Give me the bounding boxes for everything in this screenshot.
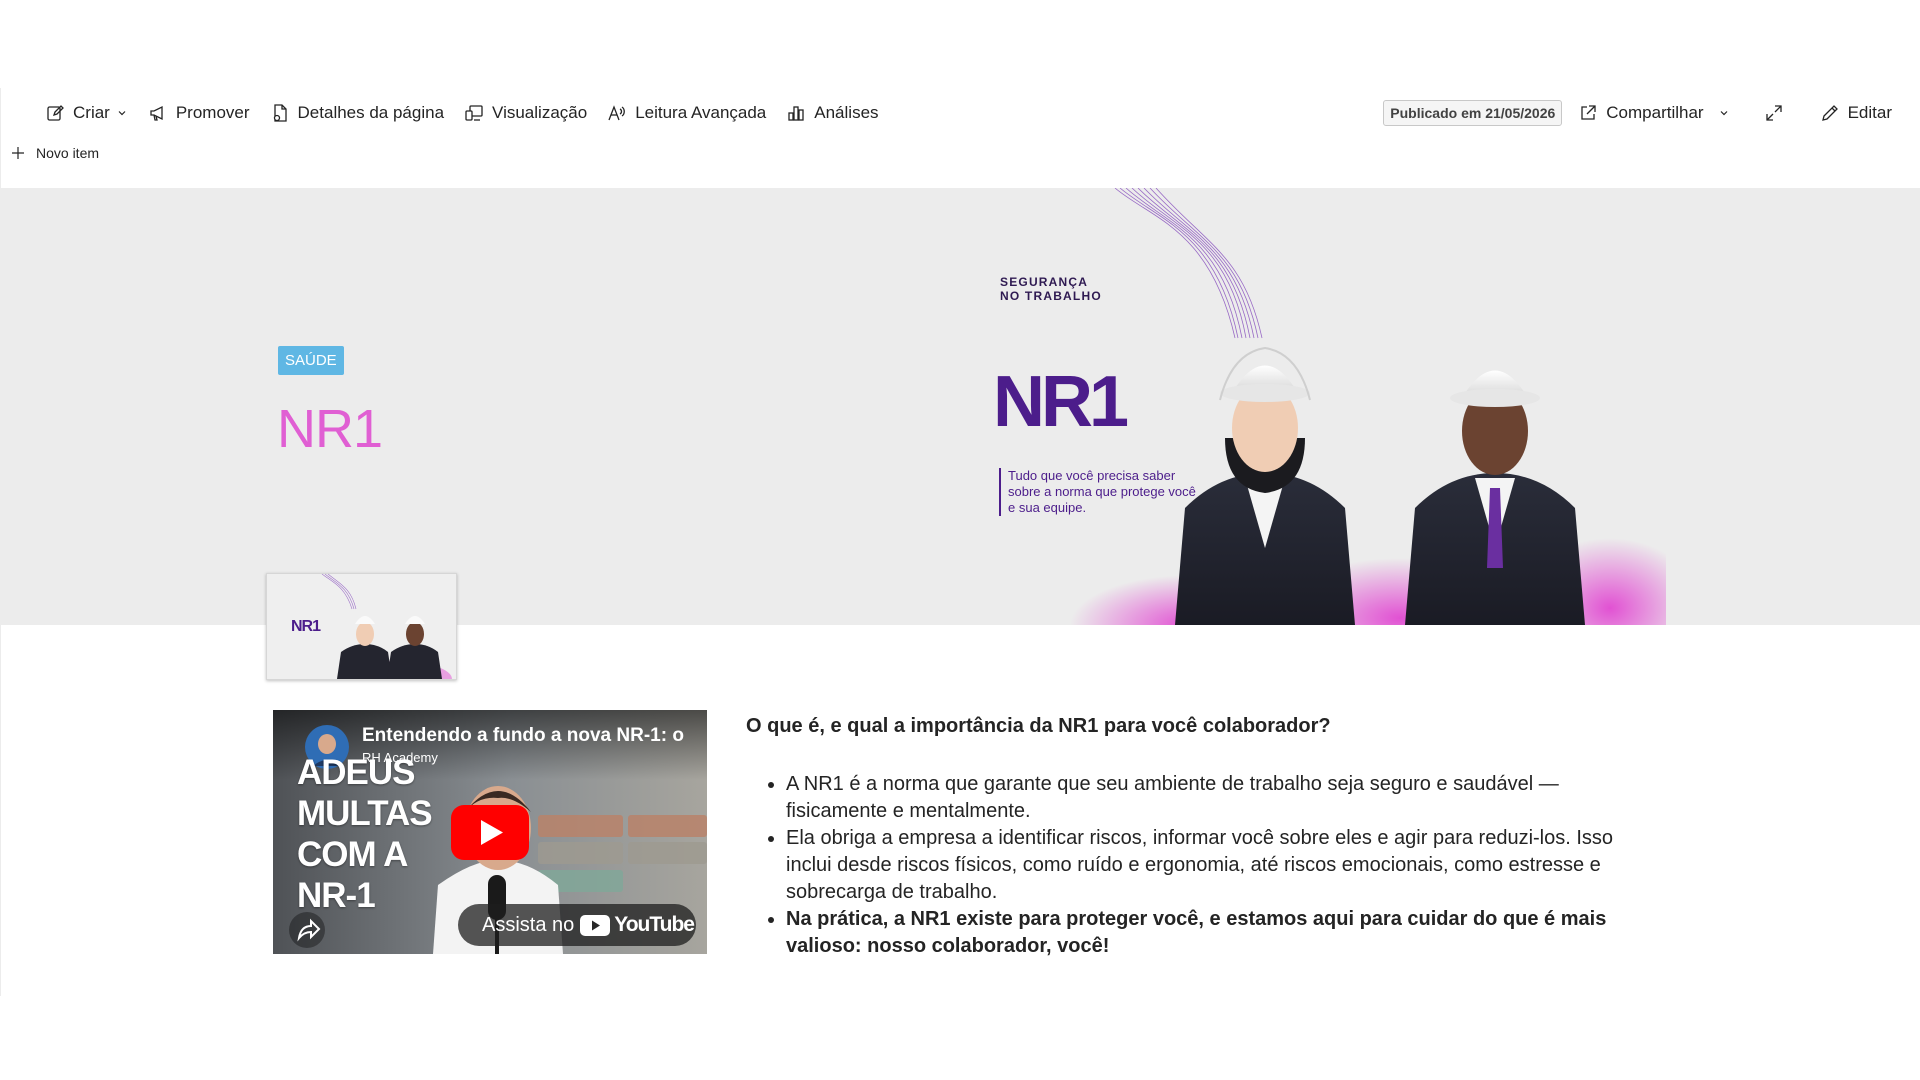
watch-on-youtube-button[interactable]: Assista no YouTube <box>458 904 696 946</box>
chevron-down-icon <box>1720 111 1728 116</box>
leitura-avancada-button[interactable]: Leitura Avançada <box>597 96 776 130</box>
visualizacao-button[interactable]: Visualização <box>454 96 597 130</box>
compartilhar-label: Compartilhar <box>1606 103 1704 122</box>
article-heading: O que é, e qual a importância da NR1 par… <box>746 715 1331 737</box>
preview-icon <box>465 105 483 121</box>
hero-banner-image: SEGURANÇA NO TRABALHO NR1 Tudo que você … <box>980 188 1666 625</box>
expand-button[interactable] <box>1754 96 1794 130</box>
youtube-logo-icon <box>580 914 611 936</box>
pencil-icon <box>1821 105 1838 121</box>
analises-button[interactable]: Análises <box>776 96 888 130</box>
detalhes-da-pagina-button[interactable]: Detalhes da página <box>260 96 455 130</box>
banner-subtitle: Tudo que você precisa saber sobre a norm… <box>999 468 1198 516</box>
banner-kicker: SEGURANÇA NO TRABALHO <box>1000 275 1102 303</box>
article-bullet: A NR1 é a norma que garante que seu ambi… <box>786 771 1646 825</box>
analises-label: Análises <box>814 103 879 122</box>
leitura-label: Leitura Avançada <box>635 103 767 122</box>
command-bar-left: Criar Promover Detalhes da página Visual… <box>35 88 889 138</box>
new-item-button[interactable]: Novo item <box>10 140 99 166</box>
immersive-reader-icon <box>608 105 626 121</box>
command-bar-right: Publicado em 21/05/2026 Compartilhar Edi… <box>1383 88 1902 138</box>
visualizacao-label: Visualização <box>492 103 588 122</box>
video-channel[interactable]: RH Academy <box>362 750 438 765</box>
hero-thumbnail[interactable]: NR1 <box>266 573 457 680</box>
compartilhar-button[interactable]: Compartilhar <box>1568 96 1739 130</box>
analytics-icon <box>788 106 804 121</box>
detalhes-label: Detalhes da página <box>297 103 445 122</box>
article-bullet-emphasis: Na prática, a NR1 existe para proteger v… <box>786 906 1646 960</box>
topic-tag[interactable]: SAÚDE <box>278 346 344 375</box>
editar-label: Editar <box>1847 103 1892 122</box>
published-badge: Publicado em 21/05/2026 <box>1383 100 1563 126</box>
share-icon <box>1581 105 1596 120</box>
video-thumb-line2: MULTAS <box>297 794 433 833</box>
chevron-down-icon <box>118 111 126 116</box>
expand-icon <box>1765 105 1782 121</box>
plus-icon <box>12 147 24 159</box>
article-body: O que é, e qual a importância da NR1 par… <box>746 711 1646 960</box>
video-thumb-line4: NR-1 <box>297 876 376 915</box>
article-bullet: Ela obriga a empresa a identificar risco… <box>786 825 1646 906</box>
thumbnail-headline: NR1 <box>291 618 321 635</box>
new-item-label: Novo item <box>36 145 100 161</box>
banner-headline: NR1 <box>993 362 1129 442</box>
hero-section: SAÚDE NR1 SEGURANÇA NO TRABALHO NR1 Tudo… <box>0 188 1920 625</box>
youtube-wordmark: YouTube <box>614 913 695 936</box>
page-title: NR1 <box>277 399 383 459</box>
video-title[interactable]: Entendendo a fundo a nova NR-1: o <box>362 725 702 747</box>
criar-label: Criar <box>73 103 110 122</box>
megaphone-icon <box>150 105 163 121</box>
criar-button[interactable]: Criar <box>35 96 138 130</box>
promover-label: Promover <box>175 103 250 122</box>
banner-kicker-line1: SEGURANÇA <box>1000 275 1089 289</box>
article-bullet-list: A NR1 é a norma que garante que seu ambi… <box>746 771 1646 960</box>
banner-kicker-line2: NO TRABALHO <box>1000 289 1102 303</box>
editar-button[interactable]: Editar <box>1810 96 1902 130</box>
edit-icon <box>47 105 64 121</box>
play-button <box>451 805 529 860</box>
youtube-video-embed[interactable]: ADEUS MULTAS COM A NR-1 Entendendo a fun… <box>273 710 707 954</box>
command-bar: Criar Promover Detalhes da página Visual… <box>0 88 1920 138</box>
promover-button[interactable]: Promover <box>138 96 260 130</box>
video-thumb-line3: COM A <box>297 835 408 874</box>
watch-on-label: Assista no <box>482 913 575 936</box>
video-thumb-text: ADEUS MULTAS COM A NR-1 <box>297 752 433 916</box>
page-settings-icon <box>273 104 287 122</box>
